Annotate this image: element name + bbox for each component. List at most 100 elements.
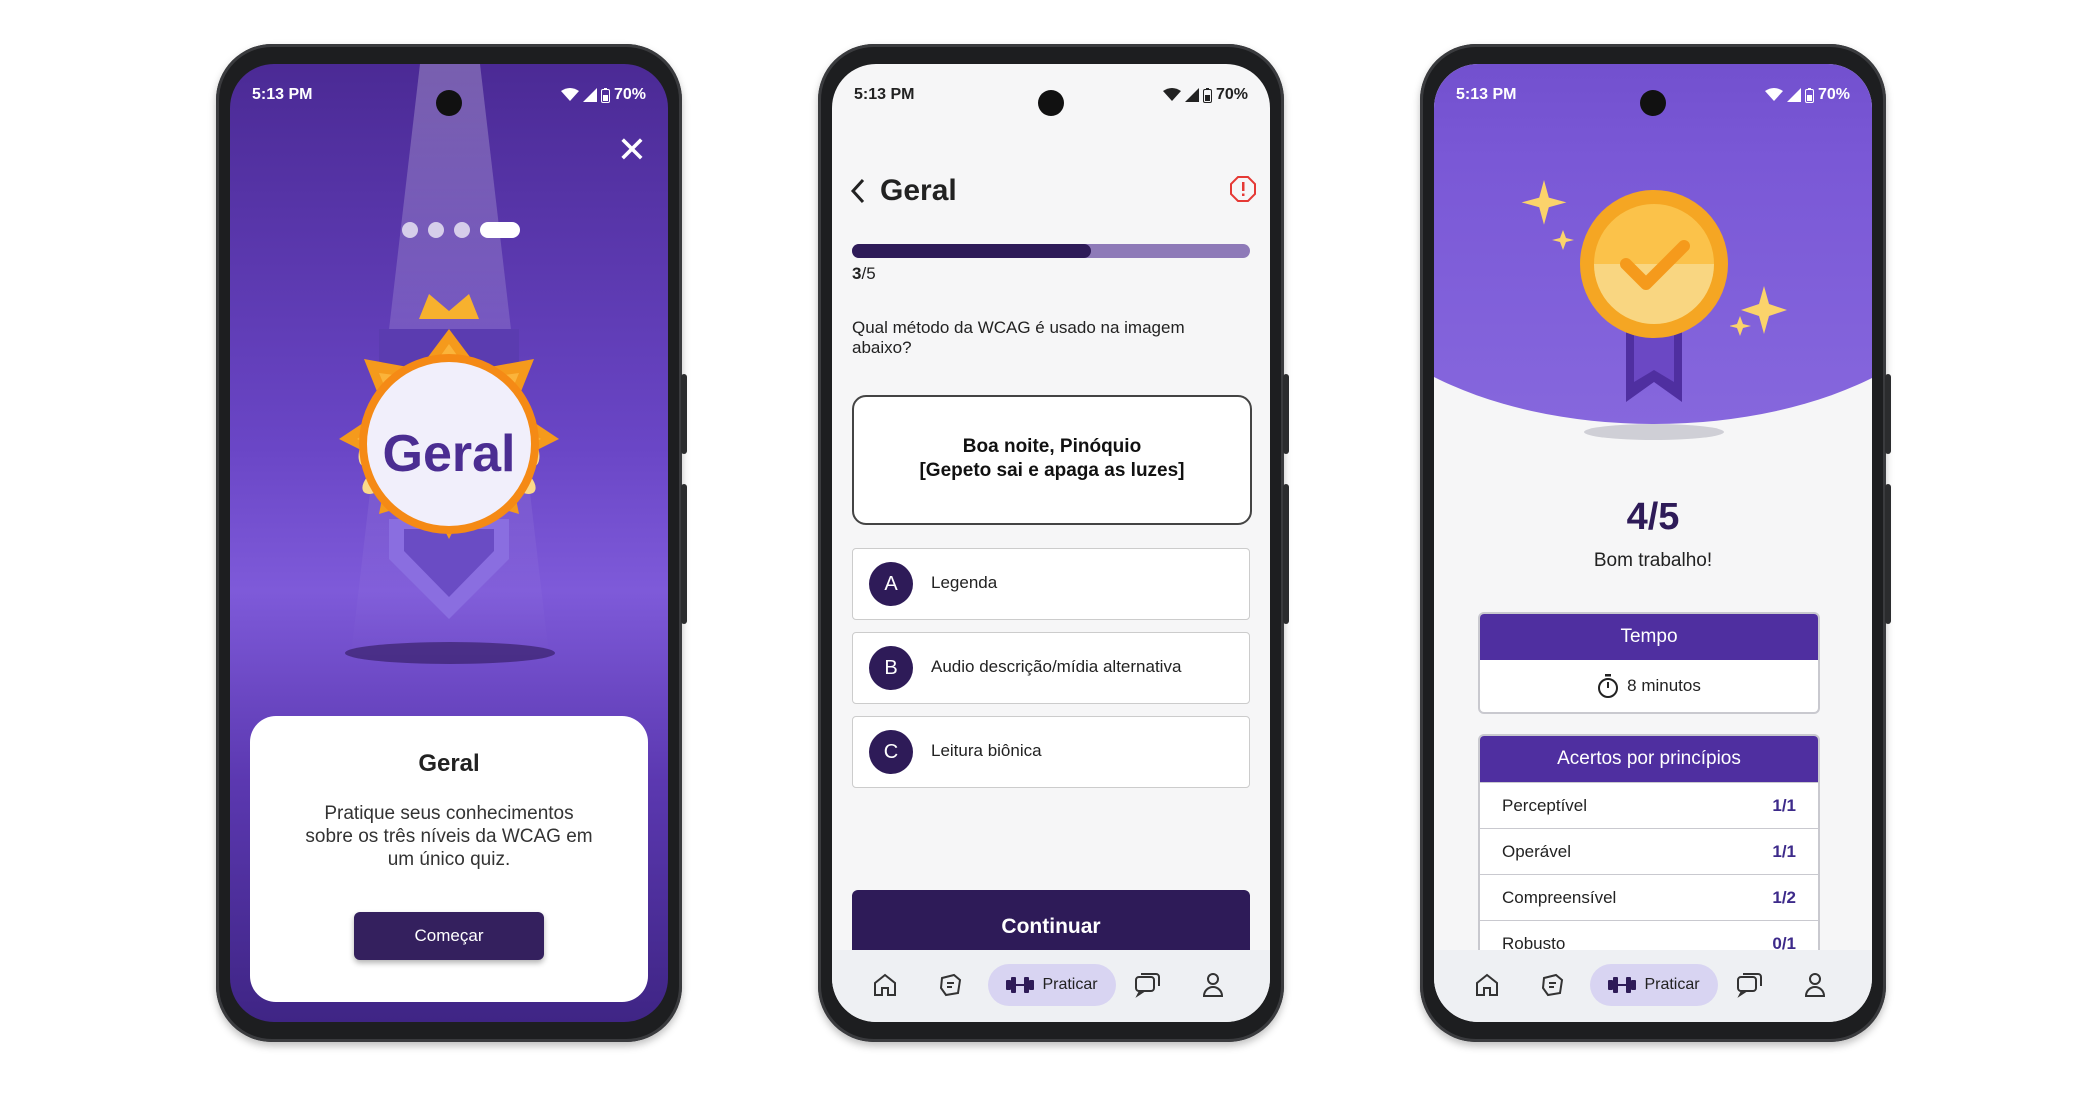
medal-check-icon xyxy=(1580,190,1728,440)
quote-line-2: [Gepeto sai e apaga as luzes] xyxy=(919,460,1185,481)
phone-frame: 5:13 PM 70% ✕ Geral Geral Pratique seus … xyxy=(216,44,687,1042)
status-time: 5:13 PM xyxy=(1456,86,1517,103)
nav-practice-label: Praticar xyxy=(1042,976,1098,993)
question-screen: 5:13 PM 70% Geral 3/5 Qual método da WCA… xyxy=(832,64,1270,1022)
time-value: 8 minutos xyxy=(1627,676,1701,695)
home-icon[interactable] xyxy=(1468,966,1506,1004)
wifi-icon xyxy=(560,88,579,101)
quiz-info-card: Geral Pratique seus conhecimentos sobre … xyxy=(250,716,648,1002)
status-icons: 70% xyxy=(560,86,646,104)
option-text: Legenda xyxy=(931,573,998,592)
phone-frame: 5:13 PM 70% Geral 3/5 Qual método da WCA… xyxy=(818,44,1289,1042)
status-bar: 5:13 PM 70% xyxy=(230,64,668,116)
principles-header: Acertos por princípios xyxy=(1480,736,1818,782)
progress-fill xyxy=(852,244,1091,258)
principle-row: Operável 1/1 xyxy=(1480,828,1818,874)
status-bar: 5:13 PM 70% xyxy=(1434,64,1872,116)
status-icons: 70% xyxy=(1764,86,1850,104)
chat-icon[interactable] xyxy=(1730,966,1768,1004)
results-screen: 5:13 PM 70% 4/5 Bom trabalho! Tempo 8 mi… xyxy=(1434,64,1872,1022)
nav-practice-active[interactable]: Praticar xyxy=(988,964,1116,1006)
bottom-nav: Praticar xyxy=(832,950,1270,1022)
example-quote-box: Boa noite, Pinóquio [Gepeto sai e apaga … xyxy=(852,395,1252,525)
principle-row: Perceptível 1/1 xyxy=(1480,782,1818,828)
report-alert-icon[interactable] xyxy=(1230,176,1256,202)
quiz-score: 4/5 xyxy=(1626,496,1680,538)
option-text: Leitura biônica xyxy=(931,741,1042,760)
status-time: 5:13 PM xyxy=(252,86,313,103)
learn-icon[interactable] xyxy=(932,966,970,1004)
principle-score: 1/2 xyxy=(1772,888,1796,907)
progress-total: /5 xyxy=(861,264,876,283)
bottom-nav: Praticar xyxy=(1434,950,1872,1022)
time-header: Tempo xyxy=(1480,614,1818,660)
pagination-dots xyxy=(402,222,520,238)
dumbbell-icon xyxy=(1608,977,1637,993)
page-dot xyxy=(428,222,444,238)
answer-option-b[interactable]: B Audio descrição/mídia alternativa xyxy=(852,632,1250,704)
sparkle-stars-icon xyxy=(1730,286,1787,336)
quiz-progress-bar xyxy=(852,244,1250,258)
wifi-icon xyxy=(1162,88,1181,101)
back-chevron-icon[interactable] xyxy=(850,178,866,204)
page-dot xyxy=(454,222,470,238)
card-title: Geral xyxy=(418,750,480,777)
status-icons: 70% xyxy=(1162,86,1248,104)
profile-icon[interactable] xyxy=(1194,966,1232,1004)
badge-title: Geral xyxy=(382,425,516,483)
profile-icon[interactable] xyxy=(1796,966,1834,1004)
signal-icon xyxy=(582,88,597,102)
principle-score: 1/1 xyxy=(1772,796,1796,815)
battery-level: 70% xyxy=(1817,86,1850,103)
geral-badge: Geral xyxy=(309,289,589,649)
camera-cutout xyxy=(1640,90,1666,116)
answer-option-c[interactable]: C Leitura biônica xyxy=(852,716,1250,788)
sparkle-stars-icon xyxy=(1521,180,1574,250)
battery-icon xyxy=(1804,87,1814,103)
principle-row: Compreensível 1/2 xyxy=(1480,874,1818,920)
camera-cutout xyxy=(1038,90,1064,116)
time-card: Tempo 8 minutos xyxy=(1478,612,1820,714)
score-message: Bom trabalho! xyxy=(1593,550,1713,571)
phone-frame: 5:13 PM 70% 4/5 Bom trabalho! Tempo 8 mi… xyxy=(1420,44,1891,1042)
page-dot xyxy=(402,222,418,238)
signal-icon xyxy=(1184,88,1199,102)
answer-option-a[interactable]: A Legenda xyxy=(852,548,1250,620)
intro-screen: 5:13 PM 70% ✕ Geral Geral Pratique seus … xyxy=(230,64,668,1022)
dumbbell-icon xyxy=(1006,977,1035,993)
battery-icon xyxy=(600,87,610,103)
signal-icon xyxy=(1786,88,1801,102)
page-dot-active xyxy=(480,222,520,238)
principle-name: Compreensível xyxy=(1502,888,1617,907)
nav-practice-active[interactable]: Praticar xyxy=(1590,964,1718,1006)
battery-level: 70% xyxy=(1215,86,1248,103)
principle-name: Operável xyxy=(1502,842,1571,861)
chat-icon[interactable] xyxy=(1128,966,1166,1004)
start-button[interactable]: Começar xyxy=(354,912,544,960)
option-letter: A xyxy=(869,562,913,606)
option-letter: B xyxy=(869,646,913,690)
principle-score: 1/1 xyxy=(1772,842,1796,861)
status-bar: 5:13 PM 70% xyxy=(832,64,1270,116)
battery-icon xyxy=(1202,87,1212,103)
nav-practice-label: Praticar xyxy=(1644,976,1700,993)
close-icon[interactable]: ✕ xyxy=(616,132,648,168)
stopwatch-icon xyxy=(1598,674,1619,698)
page-title: Geral xyxy=(880,174,957,207)
battery-level: 70% xyxy=(613,86,646,103)
question-text: Qual método da WCAG é usado na imagem ab… xyxy=(852,318,1185,357)
option-text: Audio descrição/mídia alternativa xyxy=(931,657,1182,676)
home-icon[interactable] xyxy=(866,966,904,1004)
principle-name: Perceptível xyxy=(1502,796,1588,815)
status-time: 5:13 PM xyxy=(854,86,915,103)
card-description: Pratique seus conhecimentos sobre os trê… xyxy=(305,803,593,870)
wifi-icon xyxy=(1764,88,1783,101)
principles-card: Acertos por princípios Perceptível 1/1 Op… xyxy=(1478,734,1820,968)
screen-header: Geral xyxy=(850,174,957,208)
learn-icon[interactable] xyxy=(1534,966,1572,1004)
quote-line-1: Boa noite, Pinóquio xyxy=(962,436,1142,457)
time-row: 8 minutos xyxy=(1480,660,1818,712)
option-letter: C xyxy=(869,730,913,774)
progress-label: 3/5 xyxy=(852,264,876,284)
camera-cutout xyxy=(436,90,462,116)
